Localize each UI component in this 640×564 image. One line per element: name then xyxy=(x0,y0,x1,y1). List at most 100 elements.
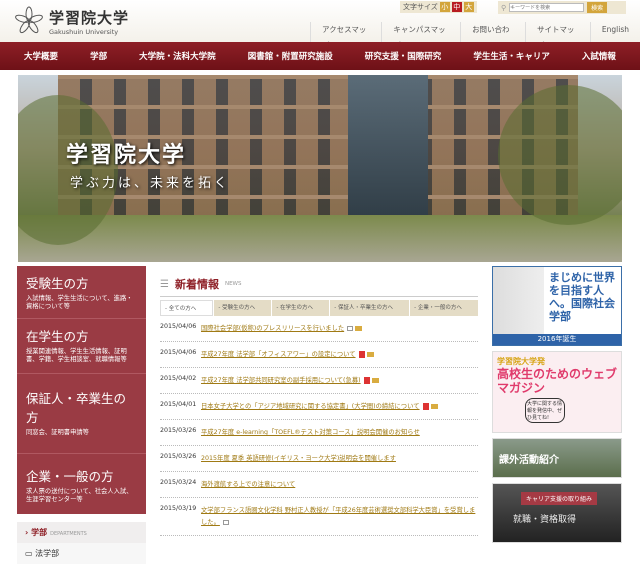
nav-graduate[interactable]: 大学院・法科大学院 xyxy=(139,50,216,62)
logo-text: 学習院大学 xyxy=(49,8,130,27)
sakura-logo-icon xyxy=(15,6,43,34)
news-date: 2015/04/06 xyxy=(160,323,197,330)
nav-about[interactable]: 大学概要 xyxy=(24,50,58,62)
news-date: 2015/03/26 xyxy=(160,427,197,434)
tab-students[interactable]: - 在学生の方へ xyxy=(272,300,330,316)
audience-desc: 授業関連情報、学生生活情報、証明書、学籍、学生相談室、就職情報等 xyxy=(26,348,127,363)
news-date: 2015/04/06 xyxy=(160,349,197,356)
news-link[interactable]: 平成27年度 法学部共同研究室の副手採用について(急募) xyxy=(201,377,361,384)
banner-career-support[interactable]: キャリア支援の取り組み就職・資格取得 xyxy=(492,483,622,543)
news-link[interactable]: 国際社会学部(仮称)のプレスリリースを行いました xyxy=(201,325,344,332)
news-icon: ☰ xyxy=(160,278,169,290)
news-item: 2015/03/19 文学部フランス語圏文化学科 野村正人教授が「平成26年度芸術… xyxy=(160,498,478,536)
tab-label: 受験生の方へ xyxy=(222,305,256,311)
audience-guardians[interactable]: 保証人・卒業生の方同窓会、証明書申請等 xyxy=(17,374,146,454)
nav-research[interactable]: 研究支援・国際研究 xyxy=(365,50,442,62)
logo[interactable]: 学習院大学 Gakushuin University xyxy=(14,6,129,36)
tab-label: 全ての方へ xyxy=(168,306,197,312)
news-link[interactable]: 日本女子大学との「アジア地域研究に関する協定書」(大学間)の締結について xyxy=(201,403,420,410)
tab-label: 企業・一般の方へ xyxy=(417,305,462,311)
hero-image: 学習院大学 学ぶ力は、未来を拓く xyxy=(18,75,622,262)
search-button[interactable]: 検索 xyxy=(587,2,608,13)
tab-label: 保証人・卒業生の方へ xyxy=(337,305,393,311)
nav-admissions[interactable]: 入試情報 xyxy=(582,50,616,62)
tab-all[interactable]: - 全ての方へ xyxy=(160,300,214,316)
news-item: 2015/03/24 海外渡航する上での注意について xyxy=(160,472,478,498)
banner-column: まじめに世界を目指す人へ。国際社会学部 2016年誕生 学習院大学発 高校生のための… xyxy=(492,266,622,543)
news-link[interactable]: 平成27年度 法学部「オフィスアワー」の設定について xyxy=(201,351,356,358)
banner-text: 課外活動紹介 xyxy=(499,455,559,466)
news-date: 2015/04/02 xyxy=(160,375,197,382)
font-size-medium[interactable]: 中 xyxy=(451,2,462,12)
pdf-icon xyxy=(358,350,365,358)
news-link[interactable]: 平成27年度 e-learning「TOEFL®テスト対策コース」説明会開催のお… xyxy=(201,429,420,436)
news-item: 2015/03/26 平成27年度 e-learning「TOEFL®テスト対策コ… xyxy=(160,420,478,446)
nav-student-life[interactable]: 学生生活・キャリア xyxy=(473,50,550,62)
news-date: 2015/03/19 xyxy=(160,505,197,512)
audience-title: 保証人・卒業生の方 xyxy=(26,391,127,425)
audience-title: 受験生の方 xyxy=(26,276,89,291)
hero-title: 学習院大学 xyxy=(66,143,187,168)
news-item: 2015/03/26 2015年度 夏季 英語研修(イギリス・ヨーク大学)説明会を… xyxy=(160,446,478,472)
new-badge-icon xyxy=(355,325,363,331)
tab-applicants[interactable]: - 受験生の方へ xyxy=(214,300,272,316)
department-label: 法学部 xyxy=(35,549,60,558)
comment-icon xyxy=(347,325,354,331)
news-link[interactable]: 文学部フランス語圏文化学科 野村正人教授が「平成26年度芸術選奨文部科学大臣賞」… xyxy=(201,507,475,526)
tab-guardians[interactable]: - 保証人・卒業生の方へ xyxy=(330,300,410,316)
nav-library[interactable]: 図書館・附置研究施設 xyxy=(248,50,333,62)
nav-faculties[interactable]: 学部 xyxy=(90,50,107,62)
audience-applicants[interactable]: 受験生の方 入試情報、学生生活について、進路・資格について等 xyxy=(17,266,146,319)
search-input[interactable] xyxy=(509,3,585,12)
tab-label: 在学生の方へ xyxy=(280,305,314,311)
news-tabs: - 全ての方へ - 受験生の方へ - 在学生の方へ - 保証人・卒業生の方へ -… xyxy=(160,300,479,316)
comment-icon xyxy=(222,519,229,525)
news-link[interactable]: 海外渡航する上での注意について xyxy=(201,481,295,488)
tab-companies[interactable]: - 企業・一般の方へ xyxy=(410,300,479,316)
pdf-icon xyxy=(422,402,429,410)
glass-facade xyxy=(348,75,428,225)
audience-title: 企業・一般の方 xyxy=(26,469,114,484)
news-date: 2015/03/24 xyxy=(160,479,197,486)
audience-title: 在学生の方 xyxy=(26,329,89,344)
news-title: 新着情報 xyxy=(174,278,219,291)
banner-text: 大学に関する情報を発信中、ぜひ見てね! xyxy=(525,398,565,423)
pdf-icon xyxy=(363,376,370,384)
audience-companies[interactable]: 企業・一般の方求人票の送付について、社会人入試、生涯学習センター等 xyxy=(17,454,146,514)
main-nav: 大学概要 学部 大学院・法科大学院 図書館・附置研究施設 研究支援・国際研究 学… xyxy=(0,42,640,70)
banner-web-magazine[interactable]: 学習院大学発 高校生のためのウェブマガジン大学に関する情報を発信中、ぜひ見てね! xyxy=(492,351,622,433)
departments-header[interactable]: › 学部 DEPARTMENTS xyxy=(17,522,146,543)
font-size-large[interactable]: 大 xyxy=(463,2,474,12)
banner-club-activities[interactable]: 課外活動紹介 xyxy=(492,438,622,478)
banner-text: まじめに世界を目指す人へ。国際社会学部 xyxy=(549,271,615,323)
banner-text: 就職・資格取得 xyxy=(513,515,577,525)
new-badge-icon xyxy=(366,351,374,357)
audience-students[interactable]: 在学生の方授業関連情報、学生生活情報、証明書、学籍、学生相談室、就職情報等 xyxy=(17,319,146,374)
audience-desc: 同窓会、証明書申請等 xyxy=(26,429,89,436)
news-item: 2015/04/06 平成27年度 法学部「オフィスアワー」の設定について xyxy=(160,342,478,368)
banner-text: 高校生のためのウェブマガジン xyxy=(497,367,618,395)
news-item: 2015/04/02 平成27年度 法学部共同研究室の副手採用について(急募) xyxy=(160,368,478,394)
new-badge-icon xyxy=(371,377,379,383)
banner-global-studies[interactable]: まじめに世界を目指す人へ。国際社会学部 2016年誕生 xyxy=(492,266,622,346)
news-date: 2015/04/01 xyxy=(160,401,197,408)
news-date: 2015/03/26 xyxy=(160,453,197,460)
font-size-small[interactable]: 小 xyxy=(439,2,450,12)
departments-subtitle: DEPARTMENTS xyxy=(50,531,87,537)
news-link[interactable]: 2015年度 夏季 英語研修(イギリス・ヨーク大学)説明会を開催します xyxy=(201,455,396,462)
audience-panel: 受験生の方 入試情報、学生生活について、進路・資格について等 在学生の方授業関連情… xyxy=(17,266,146,564)
hero-tagline: 学ぶ力は、未来を拓く xyxy=(70,176,231,191)
font-size-selector: 文字サイズ 小 中 大 xyxy=(400,1,477,13)
audience-desc: 求人票の送付について、社会人入試、生涯学習センター等 xyxy=(26,488,133,503)
banner-footer: 2016年誕生 xyxy=(493,334,621,345)
font-size-label: 文字サイズ xyxy=(403,3,438,11)
search-bar: ⚲ 検索 xyxy=(498,1,626,14)
department-law[interactable]: ▭ 法学部 xyxy=(17,543,146,564)
news-item: 2015/04/06 国際社会学部(仮称)のプレスリリースを行いました xyxy=(160,316,478,342)
lawn xyxy=(18,215,622,262)
news-section: ☰ 新着情報 NEWS - 全ての方へ - 受験生の方へ - 在学生の方へ - 保証… xyxy=(160,276,479,536)
logo-subtext: Gakushuin University xyxy=(49,27,119,36)
banner-text: 学習院大学発 xyxy=(497,357,545,366)
banner-tag: キャリア支援の取り組み xyxy=(521,492,598,505)
search-icon: ⚲ xyxy=(501,3,507,12)
